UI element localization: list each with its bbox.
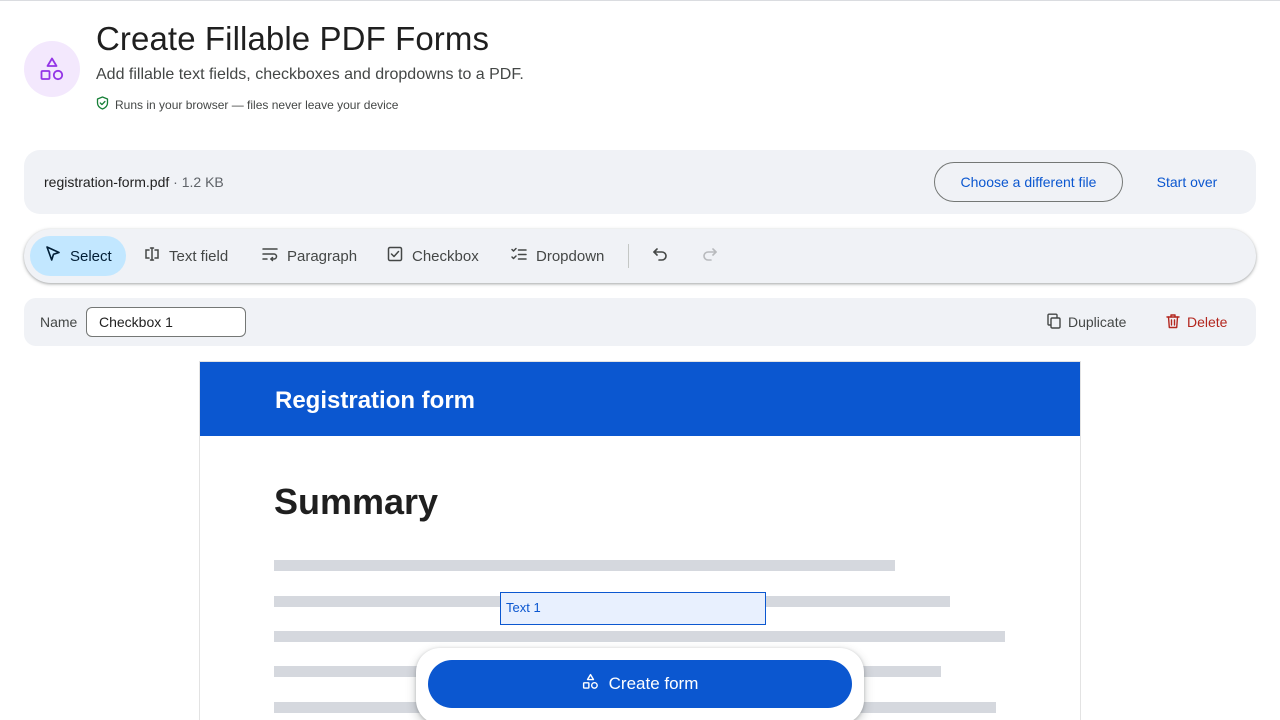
file-info: registration-form.pdf · 1.2 KB <box>44 174 224 190</box>
page-title: Create Fillable PDF Forms <box>96 20 490 57</box>
form-text-field[interactable]: Text 1 <box>500 592 766 625</box>
shapes-icon <box>582 673 599 695</box>
field-name-input[interactable] <box>86 307 246 337</box>
tool-paragraph[interactable]: Paragraph <box>247 236 371 276</box>
tool-bar: Select Text field Paragraph Checkbox Dro… <box>24 229 1256 283</box>
trash-icon <box>1165 313 1181 332</box>
undo-icon <box>651 245 669 268</box>
doc-header-title: Registration form <box>275 387 476 414</box>
shield-check-icon <box>96 96 109 113</box>
tool-label: Text field <box>169 247 229 265</box>
duplicate-button[interactable]: Duplicate <box>1046 307 1126 337</box>
shapes-icon <box>24 41 80 97</box>
file-size: · 1.2 KB <box>169 174 224 190</box>
copy-icon <box>1046 313 1062 332</box>
start-over-button[interactable]: Start over <box>1134 162 1240 202</box>
checkbox-icon <box>386 245 404 267</box>
tool-select[interactable]: Select <box>30 236 126 276</box>
choose-different-file-button[interactable]: Choose a different file <box>934 162 1123 202</box>
dropdown-list-icon <box>510 245 528 267</box>
delete-button[interactable]: Delete <box>1165 307 1227 337</box>
toolbar-divider <box>628 244 629 268</box>
text-line-placeholder <box>274 631 1005 642</box>
tool-label: Select <box>70 247 112 265</box>
tool-label: Dropdown <box>536 247 605 265</box>
redo-button[interactable] <box>690 236 730 276</box>
tool-dropdown[interactable]: Dropdown <box>496 236 618 276</box>
doc-heading: Summary <box>274 481 439 522</box>
cursor-icon <box>44 245 62 267</box>
page-subtitle: Add fillable text fields, checkboxes and… <box>96 66 524 83</box>
tool-text-field[interactable]: Text field <box>129 236 242 276</box>
file-bar: registration-form.pdf · 1.2 KB Choose a … <box>24 150 1256 214</box>
delete-label: Delete <box>1187 314 1228 330</box>
field-properties-bar: Name Duplicate Delete <box>24 298 1256 346</box>
text-line-placeholder <box>274 560 895 571</box>
top-divider <box>0 0 1280 1</box>
tool-label: Paragraph <box>287 247 358 265</box>
file-name: registration-form.pdf <box>44 174 170 190</box>
tool-checkbox[interactable]: Checkbox <box>372 236 493 276</box>
privacy-text: Runs in your browser — files never leave… <box>115 97 399 112</box>
privacy-note: Runs in your browser — files never leave… <box>96 96 398 113</box>
duplicate-label: Duplicate <box>1068 314 1127 330</box>
redo-icon <box>701 245 719 268</box>
undo-button[interactable] <box>640 236 680 276</box>
create-form-button[interactable]: Create form <box>428 660 852 708</box>
name-label: Name <box>40 314 78 330</box>
create-form-dock: Create form <box>416 648 864 720</box>
tool-label: Checkbox <box>412 247 479 265</box>
paragraph-icon <box>261 245 279 267</box>
doc-header-band: Registration form <box>200 362 1080 436</box>
text-field-icon <box>143 245 161 267</box>
create-form-label: Create form <box>608 674 699 693</box>
